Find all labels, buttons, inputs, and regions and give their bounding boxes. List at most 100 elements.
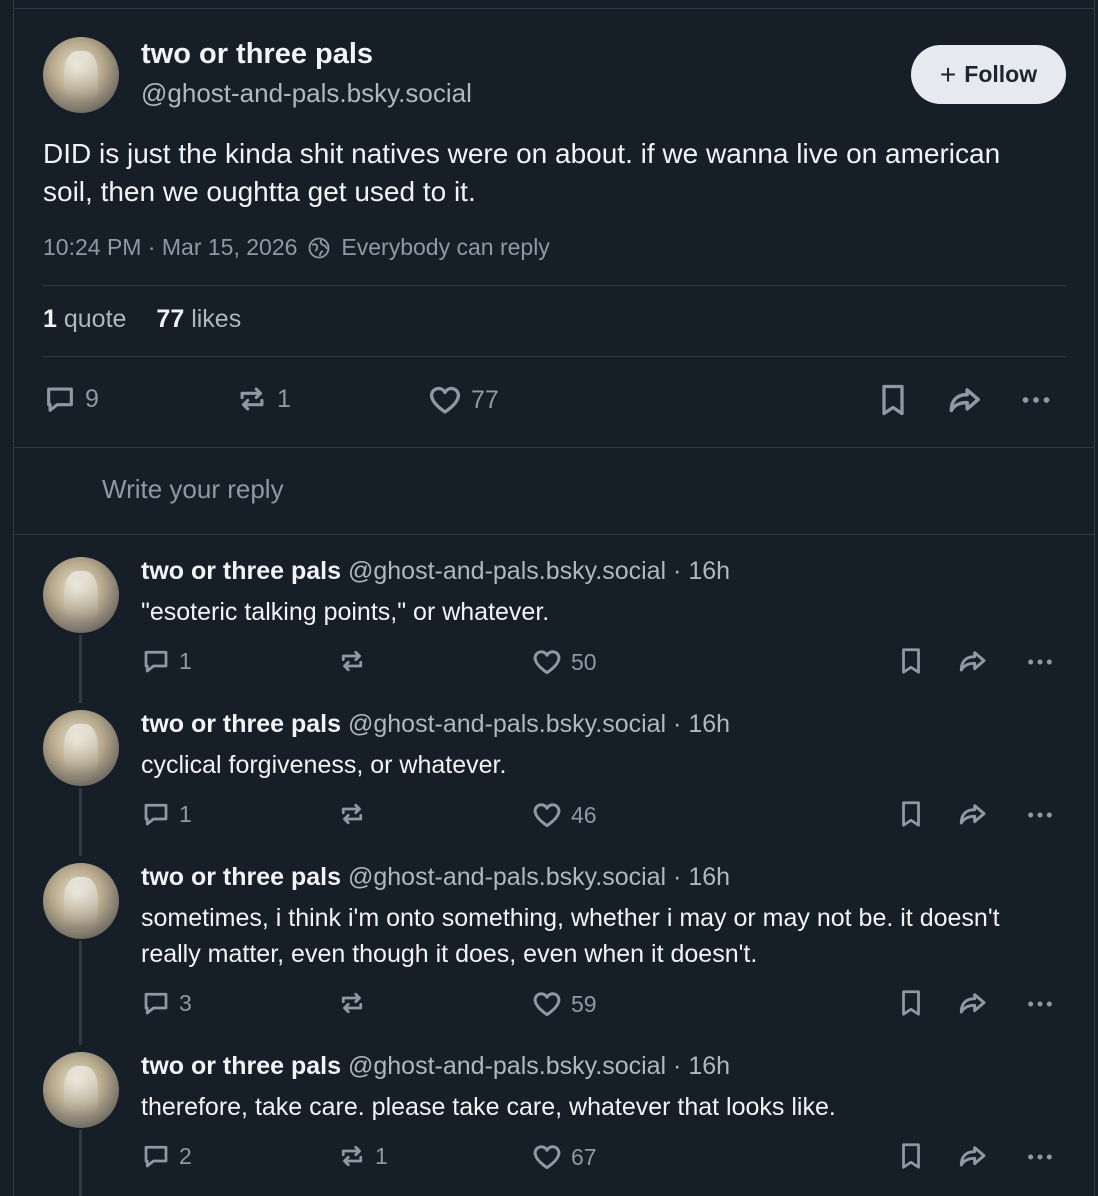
- more-options-button[interactable]: [1024, 799, 1056, 831]
- reply-bubble-icon: [144, 1145, 168, 1168]
- reply-text: therefore, take care. please take care, …: [141, 1093, 836, 1121]
- repost-icon: [341, 992, 363, 1014]
- bookmark-button[interactable]: [896, 646, 926, 676]
- reply-bubble-icon: [144, 992, 168, 1015]
- reply-actions: 2 1 67: [141, 1141, 1076, 1175]
- repost-button[interactable]: 1: [337, 1141, 388, 1171]
- post-timestamp: 10:24 PM · Mar 15, 2026: [43, 234, 298, 260]
- post-stats: 1 quote 77 likes: [43, 305, 241, 334]
- reply-handle-time: @ghost-and-pals.bsky.social · 16h: [348, 557, 731, 585]
- heart-icon: [533, 1145, 561, 1170]
- reply-button[interactable]: 1: [141, 799, 192, 829]
- heart-icon: [533, 803, 561, 828]
- share-button[interactable]: [956, 646, 988, 678]
- likes-count: 77: [156, 305, 185, 333]
- bookmark-button[interactable]: [875, 382, 911, 418]
- author-display-name[interactable]: two or three pals: [141, 38, 373, 71]
- more-icon: [1028, 1001, 1052, 1007]
- like-count: 59: [571, 990, 597, 1017]
- avatar[interactable]: [43, 710, 119, 786]
- heart-icon: [533, 992, 561, 1017]
- like-button[interactable]: 67: [531, 1141, 597, 1173]
- bookmark-icon: [902, 801, 920, 827]
- reply-header: two or three pals @ghost-and-pals.bsky.s…: [141, 1052, 730, 1081]
- bookmark-button[interactable]: [896, 799, 926, 829]
- share-icon: [959, 804, 986, 825]
- reply-text: sometimes, i think i'm onto something, w…: [141, 904, 1000, 968]
- reply-text: "esoteric talking points," or whatever.: [141, 598, 550, 626]
- more-options-button[interactable]: [1024, 1141, 1056, 1173]
- repost-count: 1: [277, 384, 291, 413]
- like-count: 67: [571, 1143, 597, 1170]
- share-icon: [959, 651, 986, 672]
- bookmark-button[interactable]: [896, 988, 926, 1018]
- bookmark-icon: [902, 1143, 920, 1169]
- repost-button[interactable]: [337, 646, 375, 676]
- like-count: 77: [471, 385, 499, 414]
- avatar[interactable]: [43, 557, 119, 633]
- thread-connector: [79, 788, 82, 856]
- reply-author-name[interactable]: two or three pals: [141, 557, 341, 585]
- reply-button[interactable]: 2: [141, 1141, 192, 1171]
- repost-button[interactable]: [337, 988, 375, 1018]
- reply-bubble-icon: [144, 650, 168, 673]
- reply-input[interactable]: Write your reply: [102, 474, 284, 505]
- reply-bubble-icon: [47, 387, 73, 412]
- reply-count: 3: [179, 989, 192, 1016]
- bookmark-button[interactable]: [896, 1141, 926, 1171]
- avatar[interactable]: [43, 863, 119, 939]
- reply-button[interactable]: 9: [43, 382, 99, 416]
- like-count: 46: [571, 801, 597, 828]
- reply-setting[interactable]: Everybody can reply: [341, 234, 549, 261]
- reply-bubble-icon: [144, 803, 168, 826]
- repost-button[interactable]: 1: [235, 382, 291, 416]
- reply-button[interactable]: 3: [141, 988, 192, 1018]
- repost-button[interactable]: [337, 799, 375, 829]
- thread-connector: [79, 1130, 82, 1196]
- more-options-button[interactable]: [1018, 382, 1054, 418]
- repost-icon: [240, 387, 264, 411]
- repost-icon: [341, 650, 363, 672]
- like-button[interactable]: 59: [531, 988, 597, 1020]
- share-button[interactable]: [945, 382, 983, 420]
- follow-label: Follow: [964, 61, 1038, 87]
- share-button[interactable]: [956, 1141, 988, 1173]
- share-button[interactable]: [956, 799, 988, 831]
- repost-icon: [341, 803, 363, 825]
- divider: [13, 447, 1095, 448]
- author-handle[interactable]: @ghost-and-pals.bsky.social: [141, 78, 472, 109]
- thread-connector: [79, 941, 82, 1045]
- follow-button[interactable]: + Follow: [911, 45, 1066, 104]
- reply-author-name[interactable]: two or three pals: [141, 863, 341, 891]
- likes-stat[interactable]: 77 likes: [156, 305, 241, 334]
- share-button[interactable]: [956, 988, 988, 1020]
- like-button[interactable]: 77: [427, 382, 499, 418]
- reply-author-name[interactable]: two or three pals: [141, 1052, 341, 1080]
- reply-button[interactable]: 1: [141, 646, 192, 676]
- more-icon: [1028, 812, 1052, 818]
- more-options-button[interactable]: [1024, 646, 1056, 678]
- bookmark-icon: [902, 990, 920, 1016]
- bookmark-icon: [882, 384, 904, 416]
- thread-connector: [79, 635, 82, 703]
- reply-header: two or three pals @ghost-and-pals.bsky.s…: [141, 710, 730, 739]
- reply-actions: 3 59: [141, 988, 1076, 1022]
- reply-handle-time: @ghost-and-pals.bsky.social · 16h: [348, 1052, 731, 1080]
- post-text: DID is just the kinda shit natives were …: [43, 138, 1001, 207]
- share-icon: [959, 1146, 986, 1167]
- reply-header: two or three pals @ghost-and-pals.bsky.s…: [141, 863, 730, 892]
- like-button[interactable]: 46: [531, 799, 597, 831]
- repost-icon: [341, 1145, 363, 1167]
- like-count: 50: [571, 648, 597, 675]
- like-button[interactable]: 50: [531, 646, 597, 678]
- quotes-stat[interactable]: 1 quote: [43, 305, 126, 334]
- reply-handle-time: @ghost-and-pals.bsky.social · 16h: [348, 863, 731, 891]
- globe-icon: [309, 237, 330, 258]
- reply-actions: 1 50: [141, 646, 1076, 680]
- more-options-button[interactable]: [1024, 988, 1056, 1020]
- top-divider: [13, 8, 1095, 9]
- plus-icon: +: [939, 58, 957, 90]
- reply-author-name[interactable]: two or three pals: [141, 710, 341, 738]
- author-avatar[interactable]: [43, 37, 119, 113]
- avatar[interactable]: [43, 1052, 119, 1128]
